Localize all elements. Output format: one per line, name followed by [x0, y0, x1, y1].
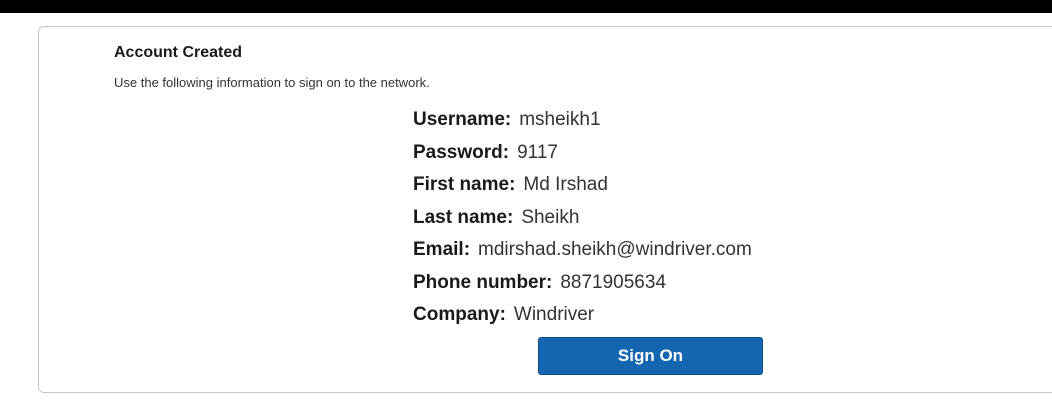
email-row: Email: mdirshad.sheikh@windriver.com	[413, 237, 752, 270]
first-name-row: First name: Md Irshad	[413, 172, 752, 205]
username-label: Username:	[413, 109, 512, 130]
password-label: Password:	[413, 141, 510, 163]
password-row: Password: 9117	[413, 140, 752, 173]
top-bar	[0, 0, 1052, 13]
username-value: msheikh1	[519, 109, 601, 130]
account-info-list: Username: msheikh1 Password: 9117 First na…	[413, 107, 752, 335]
email-value: mdirshad.sheikh@windriver.com	[478, 239, 752, 260]
last-name-row: Last name: Sheikh	[413, 205, 752, 238]
first-name-label: First name:	[413, 174, 516, 195]
phone-number-label: Phone number:	[413, 271, 553, 293]
email-label: Email:	[413, 239, 471, 260]
password-value: 9117	[517, 141, 558, 163]
last-name-value: Sheikh	[521, 206, 580, 228]
page-subtitle: Use the following information to sign on…	[114, 75, 430, 90]
company-label: Company:	[413, 304, 506, 325]
company-row: Company: Windriver	[413, 302, 752, 335]
phone-number-value: 8871905634	[560, 271, 667, 293]
first-name-value: Md Irshad	[523, 174, 608, 195]
page-title: Account Created	[114, 44, 243, 61]
sign-on-button[interactable]: Sign On	[538, 337, 763, 375]
company-value: Windriver	[513, 304, 595, 325]
last-name-label: Last name:	[413, 206, 514, 228]
phone-number-row: Phone number: 8871905634	[413, 270, 752, 303]
username-row: Username: msheikh1	[413, 107, 752, 140]
